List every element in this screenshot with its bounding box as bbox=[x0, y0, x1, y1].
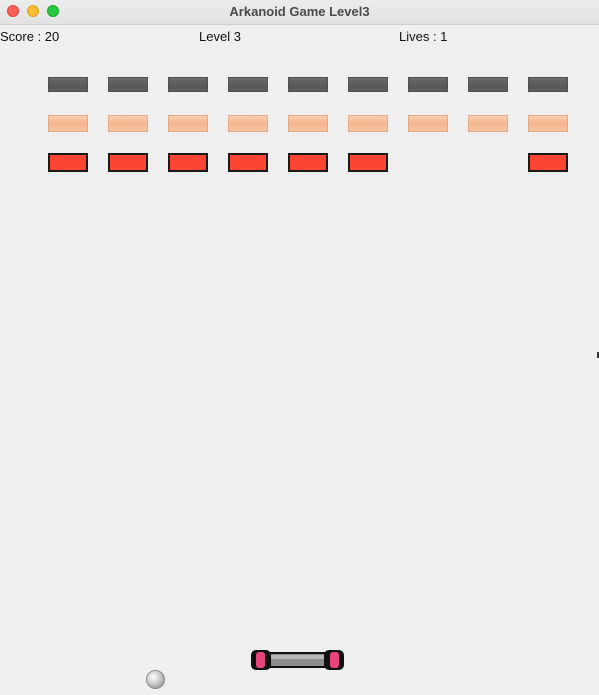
brick-red bbox=[348, 153, 388, 172]
brick-peach bbox=[348, 115, 388, 132]
brick-peach bbox=[48, 115, 88, 132]
brick-gray bbox=[228, 77, 268, 92]
game-window: Arkanoid Game Level3 Score : 20 Level 3 … bbox=[0, 0, 599, 695]
brick-red bbox=[48, 153, 88, 172]
brick-red bbox=[528, 153, 568, 172]
brick-gray bbox=[348, 77, 388, 92]
brick-gray bbox=[288, 77, 328, 92]
level-label: Level 3 bbox=[199, 29, 241, 44]
brick-peach bbox=[468, 115, 508, 132]
brick-gray bbox=[468, 77, 508, 92]
brick-red bbox=[228, 153, 268, 172]
brick-red bbox=[108, 153, 148, 172]
lives-label: Lives : 1 bbox=[399, 29, 448, 44]
brick-gray bbox=[528, 77, 568, 92]
paddle[interactable] bbox=[249, 646, 346, 674]
ball bbox=[146, 670, 165, 689]
brick-red bbox=[288, 153, 328, 172]
score-label: Score : 20 bbox=[0, 29, 60, 44]
brick-peach bbox=[528, 115, 568, 132]
brick-gray bbox=[108, 77, 148, 92]
brick-peach bbox=[168, 115, 208, 132]
brick-peach bbox=[108, 115, 148, 132]
window-title: Arkanoid Game Level3 bbox=[229, 4, 370, 19]
brick-red bbox=[168, 153, 208, 172]
title-bar: Arkanoid Game Level3 bbox=[0, 0, 599, 25]
brick-gray bbox=[48, 77, 88, 92]
brick-peach bbox=[288, 115, 328, 132]
brick-peach bbox=[228, 115, 268, 132]
brick-peach bbox=[408, 115, 448, 132]
brick-gray bbox=[408, 77, 448, 92]
brick-gray bbox=[168, 77, 208, 92]
